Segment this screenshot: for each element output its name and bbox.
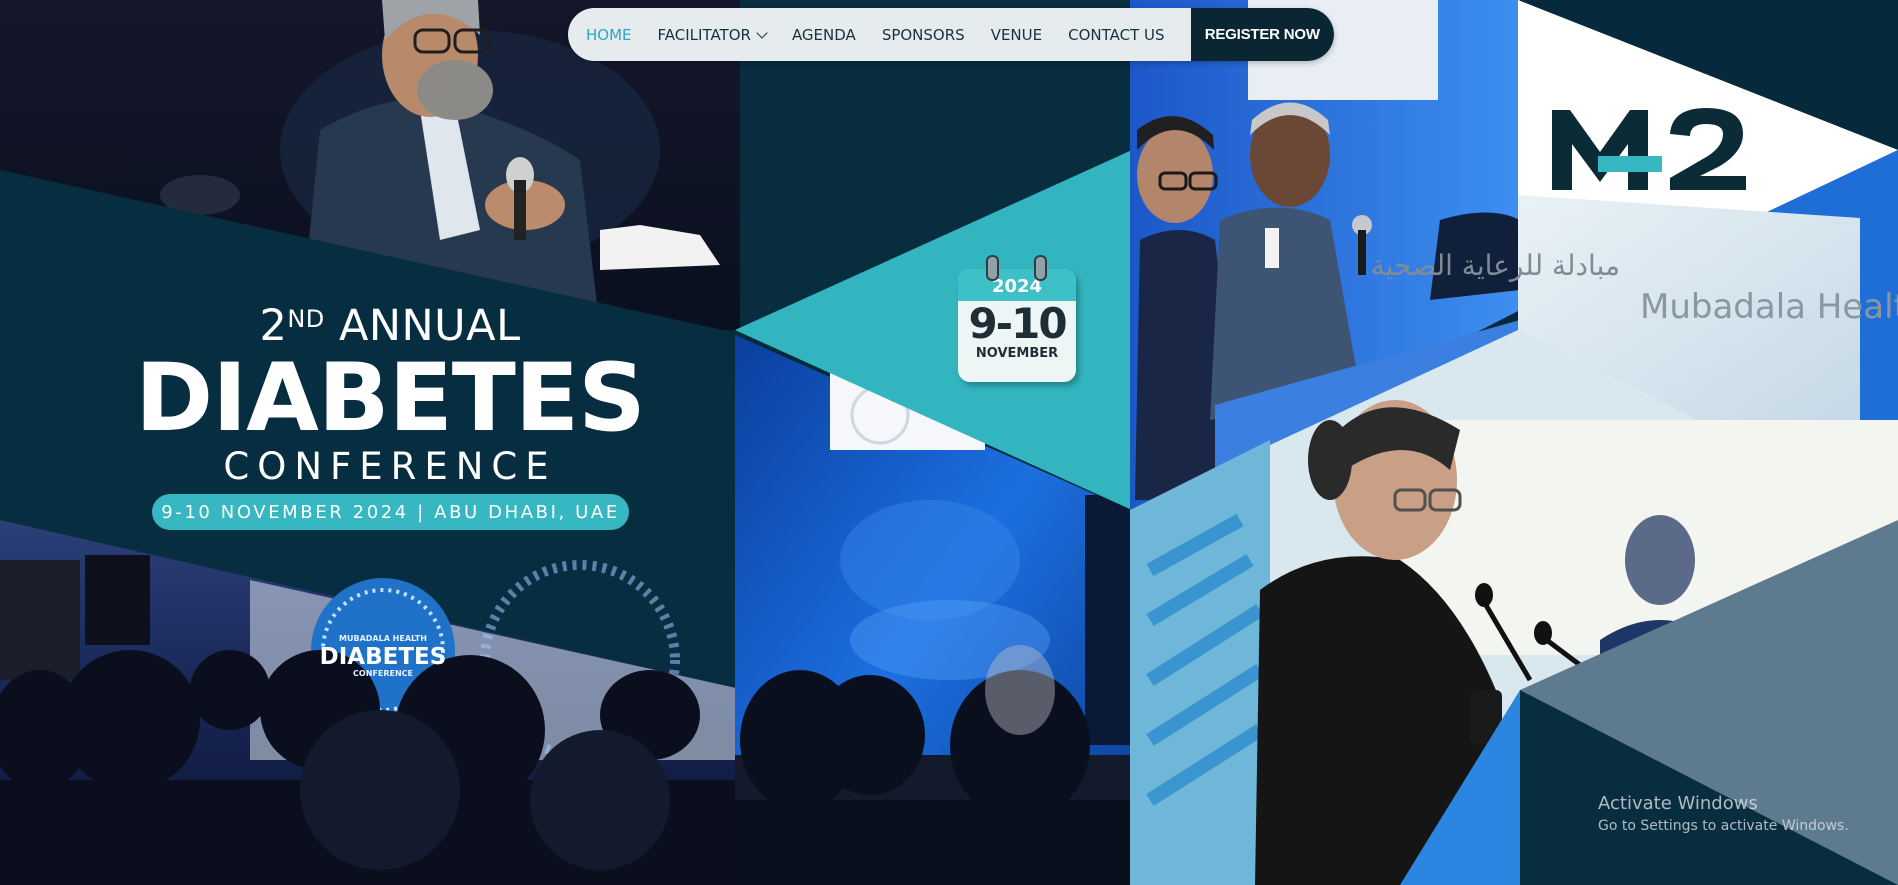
nav-item-agenda[interactable]: AGENDA: [792, 26, 856, 44]
calendar-ring-right: [1034, 255, 1047, 281]
title-diabetes: DIABETES: [135, 344, 646, 453]
calendar-ring-left: [986, 255, 999, 281]
activate-windows-watermark: Activate Windows Go to Settings to activ…: [1598, 793, 1849, 834]
backdrop-logo-line1: MUBADALA HEALTH: [339, 634, 427, 643]
title-conference: CONFERENCE: [223, 445, 557, 488]
nav-items: HOME FACILITATOR AGENDA SPONSORS VENUE C…: [568, 8, 1191, 61]
activate-windows-subtitle: Go to Settings to activate Windows.: [1598, 818, 1849, 834]
m2-logo[interactable]: M2: [1548, 104, 1758, 194]
calendar-card: 2024 9-10 NOVEMBER: [958, 269, 1076, 382]
calendar-month: NOVEMBER: [975, 346, 1059, 361]
activate-windows-title: Activate Windows: [1598, 793, 1758, 814]
calendar-icon: 2024 9-10 NOVEMBER: [958, 255, 1076, 383]
main-nav: HOME FACILITATOR AGENDA SPONSORS VENUE C…: [568, 8, 1334, 61]
ordinal-suffix: ND: [287, 305, 325, 333]
chevron-down-icon: [756, 26, 768, 39]
nav-item-home[interactable]: HOME: [586, 26, 632, 44]
calendar-year: 2024: [958, 269, 1076, 301]
title-annual: 2ND ANNUAL: [130, 305, 650, 348]
nav-item-contact-us[interactable]: CONTACT US: [1068, 26, 1164, 44]
calendar-date-range: 9-10: [968, 299, 1067, 348]
nav-item-sponsors[interactable]: SPONSORS: [882, 26, 965, 44]
date-location-badge: 9-10 NOVEMBER 2024 | ABU DHABI, UAE: [152, 494, 629, 530]
register-now-button[interactable]: REGISTER NOW: [1190, 8, 1334, 61]
sign-arabic-text: مبادلة للرعاية الصحية: [1371, 249, 1620, 282]
conference-title: 2ND ANNUAL DIABETES CONFERENCE: [130, 305, 650, 488]
backdrop-logo-line2: DIABETES: [320, 644, 447, 670]
backdrop-logo-line3: CONFERENCE: [353, 669, 413, 678]
nav-item-venue[interactable]: VENUE: [991, 26, 1042, 44]
nav-item-facilitator-label: FACILITATOR: [657, 25, 751, 44]
ordinal-number: 2: [259, 301, 288, 351]
nav-item-facilitator[interactable]: FACILITATOR: [657, 25, 768, 44]
